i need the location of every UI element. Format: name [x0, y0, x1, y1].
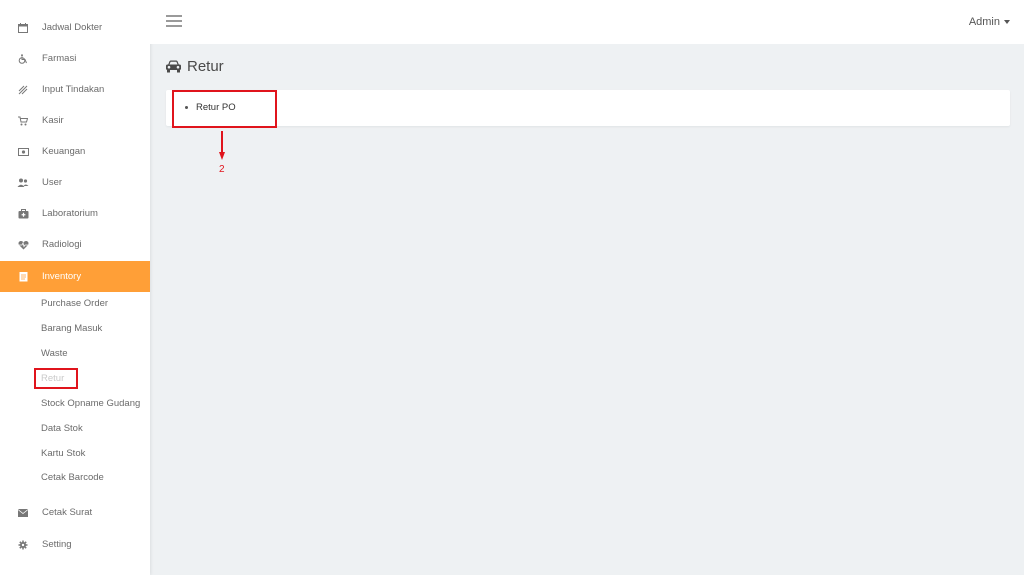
user-dropdown[interactable]: Admin [969, 16, 1010, 28]
submenu-item-purchase-order[interactable]: Purchase Order [41, 298, 108, 309]
submenu-item-waste[interactable]: Waste [41, 348, 68, 359]
sidebar-item-input-tindakan[interactable]: Input Tindakan [0, 74, 150, 105]
sidebar-item-label: Kasir [42, 115, 64, 126]
sidebar-item-inventory[interactable]: Inventory [0, 261, 150, 292]
caret-down-icon [1004, 20, 1010, 25]
calendar-icon [16, 22, 30, 33]
car-icon [166, 60, 181, 73]
heartbeat-icon [16, 240, 30, 250]
submenu-item-cetak-barcode[interactable]: Cetak Barcode [41, 472, 104, 483]
content-panel: Retur PO [166, 90, 1010, 126]
annotation-arrow-icon [219, 131, 225, 160]
sidebar: Jadwal Dokter Farmasi Input Tindakan Kas… [0, 0, 150, 575]
users-icon [16, 178, 30, 188]
sidebar-item-label: Setting [42, 539, 72, 550]
user-name: Admin [968, 16, 1000, 28]
percent-icon [16, 85, 30, 95]
hamburger-icon[interactable] [166, 15, 182, 27]
sidebar-item-farmasi[interactable]: Farmasi [0, 43, 150, 74]
annotation-step-number: 2 [219, 164, 225, 175]
sidebar-item-label: Farmasi [42, 53, 77, 64]
sidebar-item-cetak-surat[interactable]: Cetak Surat [0, 497, 150, 528]
envelope-icon [16, 508, 30, 517]
sidebar-item-keuangan[interactable]: Keuangan [0, 136, 150, 167]
sidebar-item-jadwal-dokter[interactable]: Jadwal Dokter [0, 12, 150, 43]
submenu-item-stock-opname-gudang[interactable]: Stock Opname Gudang [41, 398, 140, 409]
annotation-highlight-box [172, 90, 277, 128]
medkit-icon [16, 208, 30, 219]
sidebar-item-label: User [42, 177, 63, 188]
cart-icon [16, 116, 30, 126]
sidebar-item-label: Laboratorium [42, 208, 98, 219]
submenu-item-data-stok[interactable]: Data Stok [41, 423, 83, 434]
sidebar-item-user[interactable]: User [0, 167, 150, 198]
sidebar-item-label: Jadwal Dokter [42, 22, 103, 33]
sidebar-item-radiologi[interactable]: Radiologi [0, 229, 150, 260]
gear-icon [16, 540, 30, 550]
sidebar-item-label: Radiologi [42, 239, 82, 250]
wheelchair-icon [16, 53, 30, 64]
money-icon [16, 147, 30, 156]
submenu-item-kartu-stok[interactable]: Kartu Stok [41, 448, 85, 459]
annotation-highlight-box [34, 368, 78, 389]
sidebar-item-laboratorium[interactable]: Laboratorium [0, 198, 150, 229]
sidebar-item-label: Cetak Surat [42, 507, 93, 518]
topbar: Admin [150, 0, 1024, 44]
sidebar-item-label: Inventory [42, 271, 82, 282]
sidebar-item-label: Input Tindakan [42, 84, 105, 95]
sidebar-item-label: Keuangan [42, 146, 86, 157]
clipboard-icon [16, 271, 30, 282]
page-title-text: Retur [187, 58, 224, 75]
sidebar-item-kasir[interactable]: Kasir [0, 105, 150, 136]
submenu-item-barang-masuk[interactable]: Barang Masuk [41, 323, 102, 334]
page-title: Retur [165, 58, 224, 75]
sidebar-item-setting[interactable]: Setting [0, 529, 150, 560]
